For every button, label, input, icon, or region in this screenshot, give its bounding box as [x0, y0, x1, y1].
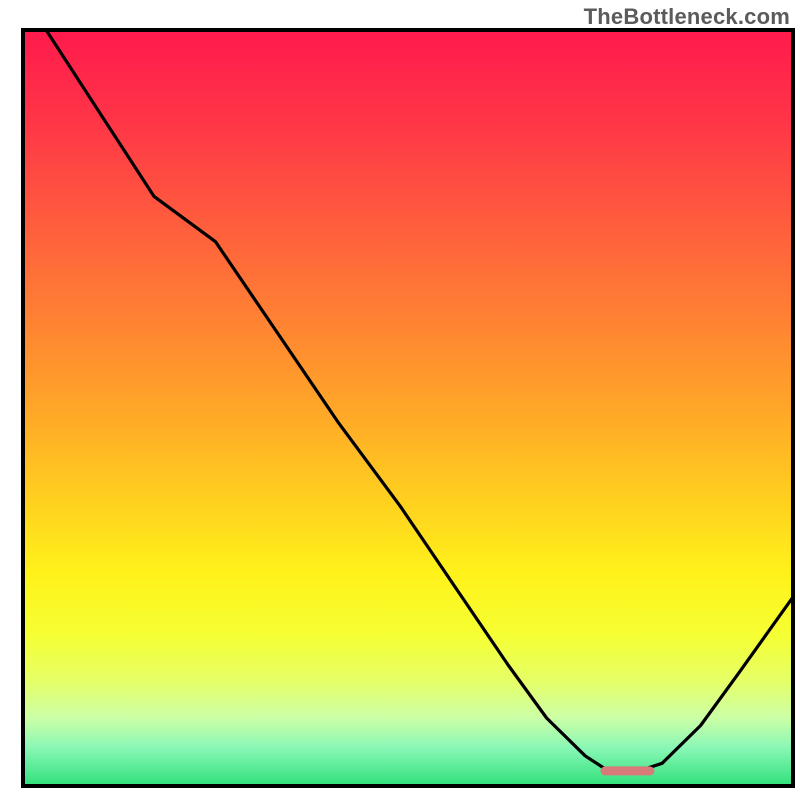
chart-canvas: TheBottleneck.com — [0, 0, 800, 800]
flat-zone-marker — [601, 766, 655, 775]
plot-background — [23, 30, 793, 786]
chart-svg — [0, 0, 800, 800]
